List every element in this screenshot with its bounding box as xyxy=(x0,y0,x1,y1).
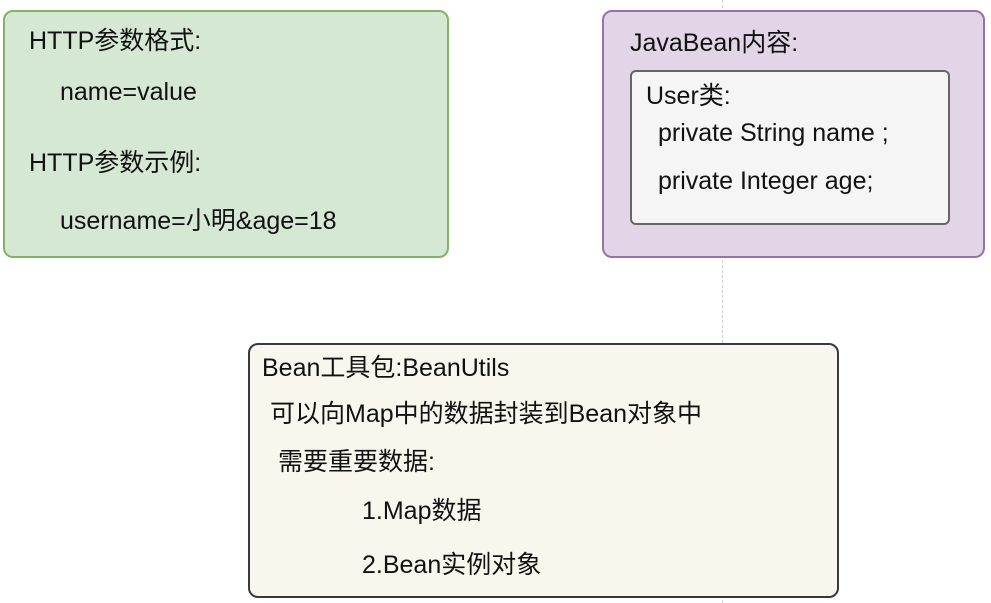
http-params-box[interactable]: HTTP参数格式: name=value HTTP参数示例: username=… xyxy=(3,10,449,258)
http-format-value: name=value xyxy=(60,78,197,106)
http-example-title: HTTP参数示例: xyxy=(29,149,202,177)
beanutils-item-map-data: 1.Map数据 xyxy=(362,497,482,525)
javabean-title: JavaBean内容: xyxy=(630,29,799,57)
http-example-value: username=小明&age=18 xyxy=(60,207,337,235)
user-field-name: private String name ; xyxy=(658,119,889,147)
http-format-title: HTTP参数格式: xyxy=(29,27,202,55)
beanutils-requires: 需要重要数据: xyxy=(278,448,435,476)
beanutils-description: 可以向Map中的数据封装到Bean对象中 xyxy=(270,400,703,428)
user-class-box[interactable]: User类: private String name ; private Int… xyxy=(630,70,950,225)
user-class-title: User类: xyxy=(646,82,731,110)
beanutils-title: Bean工具包:BeanUtils xyxy=(262,354,510,382)
javabean-content-box[interactable]: JavaBean内容: User类: private String name ;… xyxy=(602,10,985,258)
beanutils-item-bean-instance: 2.Bean实例对象 xyxy=(362,551,542,579)
beanutils-box[interactable]: Bean工具包:BeanUtils 可以向Map中的数据封装到Bean对象中 需… xyxy=(248,343,839,598)
user-field-age: private Integer age; xyxy=(658,167,874,195)
